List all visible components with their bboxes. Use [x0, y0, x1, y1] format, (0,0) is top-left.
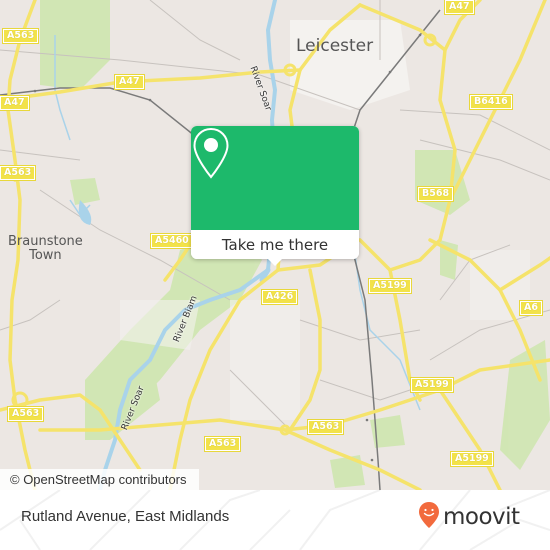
- footer: Rutland Avenue, East Midlands moovit: [0, 490, 550, 550]
- road-label: A6: [519, 300, 543, 316]
- map-attribution[interactable]: © OpenStreetMap contributors: [0, 469, 199, 490]
- road-label: A47: [0, 95, 30, 111]
- road-label: B568: [416, 186, 455, 202]
- place-label-line: Braunstone: [8, 234, 83, 249]
- road-label: B6416: [469, 94, 513, 110]
- popup-tail: [267, 258, 283, 266]
- road-label: A47: [444, 0, 475, 15]
- place-label-line: Town: [29, 247, 62, 263]
- road-label: A426: [260, 289, 299, 305]
- location-name: Rutland Avenue, East Midlands: [21, 508, 230, 525]
- popup-header: [191, 126, 359, 230]
- road-label: A563: [203, 436, 242, 452]
- road-label: A5199: [368, 278, 412, 294]
- location-popup: Take me there: [191, 126, 359, 266]
- city-label-leicester: Leicester: [296, 36, 374, 56]
- road-label: A5199: [410, 377, 454, 393]
- road-label: A563: [0, 165, 37, 181]
- moovit-pin-icon: [418, 501, 440, 533]
- brand-name: moovit: [443, 504, 520, 530]
- moovit-logo[interactable]: moovit: [418, 501, 520, 533]
- map-view[interactable]: Leicester Braunstone Town River Soar Riv…: [0, 0, 550, 490]
- road-label: A47: [114, 74, 145, 90]
- road-label: A563: [1, 28, 40, 44]
- take-me-there-button[interactable]: Take me there: [191, 230, 359, 259]
- place-label-braunstone-town: Braunstone Town: [8, 235, 83, 262]
- road-label: A563: [6, 406, 45, 422]
- road-label: A563: [306, 419, 345, 435]
- road-label: A5460: [150, 233, 194, 249]
- road-label: A5199: [450, 451, 494, 467]
